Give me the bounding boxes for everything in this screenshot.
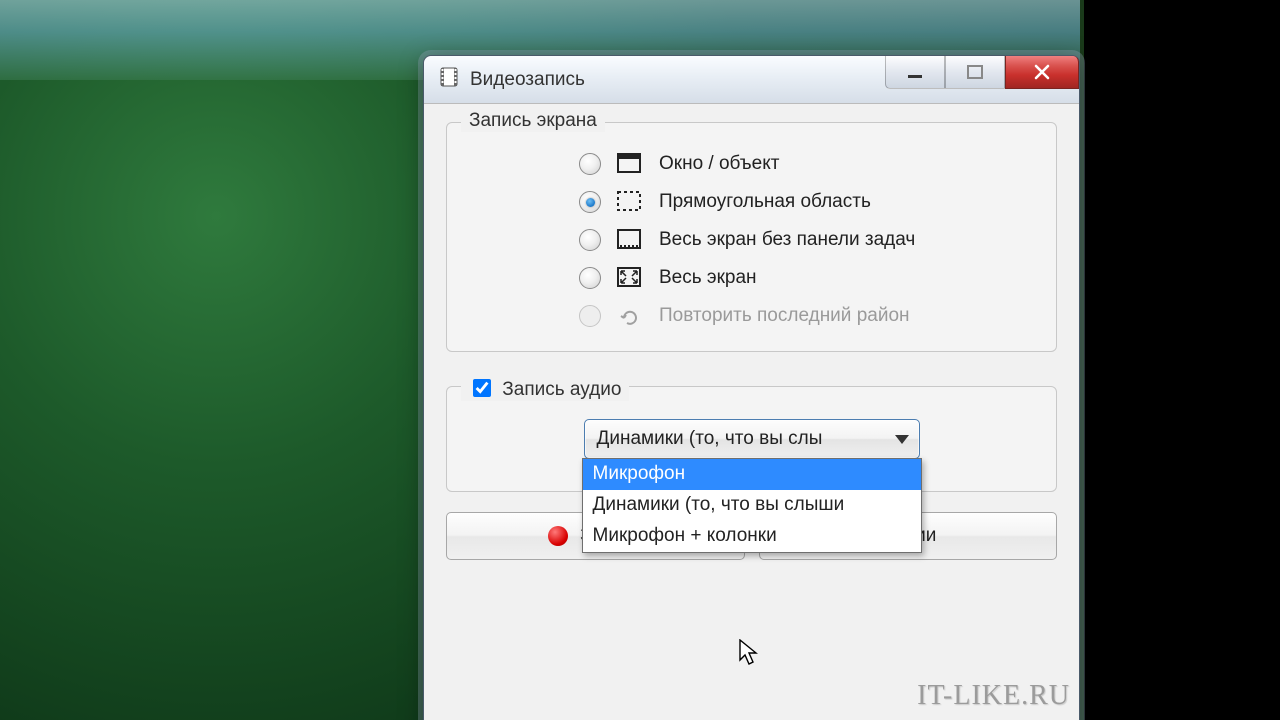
option-rectangular-area[interactable]: Прямоугольная область <box>579 189 1044 215</box>
fullscreen-icon <box>615 265 645 291</box>
option-window-object[interactable]: Окно / объект <box>579 151 1044 177</box>
audio-group-legend: Запись аудио <box>461 374 629 401</box>
radio-icon <box>579 191 601 213</box>
close-button[interactable] <box>1005 56 1079 89</box>
option-fullscreen-no-taskbar[interactable]: Весь экран без панели задач <box>579 227 1044 253</box>
screen-record-group: Запись экрана Окно / объект <box>446 122 1057 352</box>
window-title: Видеозапись <box>470 69 585 91</box>
screen-group-legend: Запись экрана <box>461 110 605 132</box>
chevron-down-icon <box>895 435 909 444</box>
maximize-button[interactable] <box>945 56 1005 89</box>
repeat-icon <box>615 303 645 329</box>
audio-group-legend-text: Запись аудио <box>502 379 621 400</box>
audio-source-dropdown: Микрофон Динамики (то, что вы слыши Микр… <box>582 458 922 553</box>
option-repeat-last-region: Повторить последний район <box>579 303 1044 329</box>
rectangle-select-icon <box>615 189 645 215</box>
option-fullscreen[interactable]: Весь экран <box>579 265 1044 291</box>
option-label: Весь экран <box>659 267 757 289</box>
option-label: Повторить последний район <box>659 305 910 327</box>
titlebar[interactable]: Видеозапись <box>424 56 1079 104</box>
film-icon <box>438 66 460 94</box>
watermark: IT-LIKE.RU <box>917 680 1070 712</box>
audio-source-combo[interactable]: Динамики (то, что вы слы <box>584 419 920 459</box>
record-icon <box>548 526 568 546</box>
window-icon <box>615 151 645 177</box>
dropdown-item-mic-plus-speakers[interactable]: Микрофон + колонки <box>583 521 921 552</box>
minimize-button[interactable] <box>885 56 945 89</box>
dropdown-item-microphone[interactable]: Микрофон <box>583 459 921 490</box>
option-label: Весь экран без панели задач <box>659 229 915 251</box>
mouse-cursor <box>738 639 760 667</box>
letterbox-right <box>1080 0 1280 720</box>
combo-selected-text: Динамики (то, что вы слы <box>597 428 823 450</box>
radio-icon <box>579 229 601 251</box>
video-record-dialog: Видеозапись Запись экрана <box>423 55 1080 720</box>
audio-record-checkbox[interactable] <box>473 379 491 397</box>
radio-icon <box>579 305 601 327</box>
fullscreen-no-taskbar-icon <box>615 227 645 253</box>
option-label: Прямоугольная область <box>659 191 871 213</box>
radio-icon <box>579 153 601 175</box>
option-label: Окно / объект <box>659 153 779 175</box>
dropdown-item-speakers[interactable]: Динамики (то, что вы слыши <box>583 490 921 521</box>
radio-icon <box>579 267 601 289</box>
audio-record-group: Запись аудио Динамики (то, что вы слы Ми… <box>446 386 1057 492</box>
